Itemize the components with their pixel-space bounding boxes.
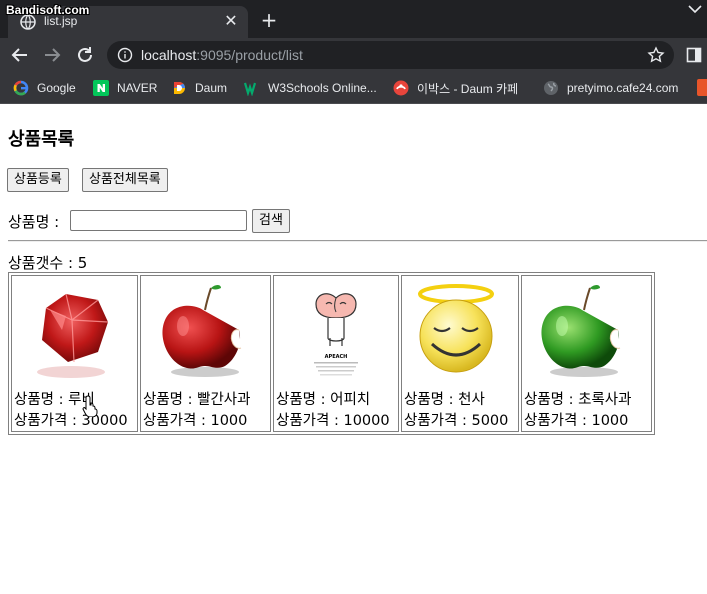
google-icon xyxy=(13,80,29,96)
chevron-down-icon[interactable] xyxy=(686,2,704,16)
bookmark-daum[interactable]: Daum xyxy=(171,79,227,97)
bookmark-overflow-icon[interactable] xyxy=(697,79,707,96)
product-cell[interactable]: 상품명 : 빨간사과 상품가격 : 1000 xyxy=(140,275,271,432)
forward-arrow-icon[interactable] xyxy=(41,44,63,66)
angel-face-image xyxy=(418,284,494,373)
apeach-image: APEACH xyxy=(314,293,358,376)
product-name: 상품명 : 어피치 xyxy=(276,392,371,408)
globe-icon xyxy=(544,81,558,95)
page-content: 상품목록 상품등록 상품전체목록 상품명 : 검색 상품갯수 : 5 상품명 :… xyxy=(0,105,707,594)
product-price: 상품가격 : 10000 xyxy=(276,413,390,429)
url-text[interactable]: localhost:9095/product/list xyxy=(141,47,303,63)
daum-cafe-icon xyxy=(393,80,409,96)
product-price: 상품가격 : 1000 xyxy=(524,413,629,429)
reload-icon[interactable] xyxy=(74,44,96,66)
bookmark-daum-cafe[interactable]: 이박스 - Daum 카페 xyxy=(393,79,518,97)
bookmark-google[interactable]: Google xyxy=(13,79,76,97)
bookmark-pretyimo[interactable]: pretyimo.cafe24.com xyxy=(543,79,678,97)
search-button[interactable]: 검색 xyxy=(252,209,290,233)
browser-toolbar: localhost:9095/product/list xyxy=(0,38,707,72)
product-count: 상품갯수 : 5 xyxy=(8,254,88,272)
green-apple-image xyxy=(541,285,621,377)
tab-strip: list.jsp ✕ + xyxy=(0,0,707,38)
close-tab-icon[interactable]: ✕ xyxy=(222,12,240,30)
bookmark-star-icon[interactable] xyxy=(647,46,665,64)
product-name-search-input[interactable] xyxy=(70,210,247,231)
mouse-cursor-icon xyxy=(82,395,98,417)
product-cell[interactable]: 상품명 : 루비 상품가격 : 30000 xyxy=(11,275,138,432)
back-arrow-icon[interactable] xyxy=(9,44,31,66)
divider xyxy=(8,240,707,242)
bookmark-w3schools[interactable]: W3Schools Online... xyxy=(244,79,377,97)
info-icon[interactable] xyxy=(117,47,133,63)
product-price: 상품가격 : 5000 xyxy=(404,413,509,429)
product-cell[interactable]: 상품명 : 초록사과 상품가격 : 1000 xyxy=(521,275,652,432)
product-name: 상품명 : 초록사과 xyxy=(524,392,632,408)
side-panel-icon[interactable] xyxy=(686,47,702,63)
address-bar[interactable]: localhost:9095/product/list xyxy=(107,41,674,69)
ruby-gem-image xyxy=(37,293,109,378)
w3schools-icon xyxy=(244,82,257,96)
product-price: 상품가격 : 1000 xyxy=(143,413,248,429)
daum-icon xyxy=(174,82,185,94)
register-product-button[interactable]: 상품등록 xyxy=(7,168,69,192)
product-price: 상품가격 : 30000 xyxy=(14,413,128,429)
product-table: 상품명 : 루비 상품가격 : 30000 상품명 : 빨간사과 상품가격 : … xyxy=(8,272,655,435)
new-tab-button[interactable]: + xyxy=(258,9,280,31)
naver-icon xyxy=(93,80,109,96)
red-apple-image xyxy=(162,285,242,377)
product-cell[interactable]: APEACH 상품명 : 어피치 상품가격 : 10000 xyxy=(273,275,399,432)
search-label: 상품명 : xyxy=(8,213,60,231)
product-name: 상품명 : 빨간사과 xyxy=(143,392,251,408)
product-name: 상품명 : 천사 xyxy=(404,392,485,408)
product-cell[interactable]: 상품명 : 천사 상품가격 : 5000 xyxy=(401,275,519,432)
recorder-watermark: Bandisoft.com xyxy=(6,3,90,17)
apeach-caption: APEACH xyxy=(325,354,348,360)
page-title: 상품목록 xyxy=(8,129,75,150)
bookmark-naver[interactable]: NAVER xyxy=(93,79,157,97)
list-all-products-button[interactable]: 상품전체목록 xyxy=(82,168,168,192)
bookmarks-bar: Google NAVER Daum W3Schools Online... 이박… xyxy=(0,72,707,104)
